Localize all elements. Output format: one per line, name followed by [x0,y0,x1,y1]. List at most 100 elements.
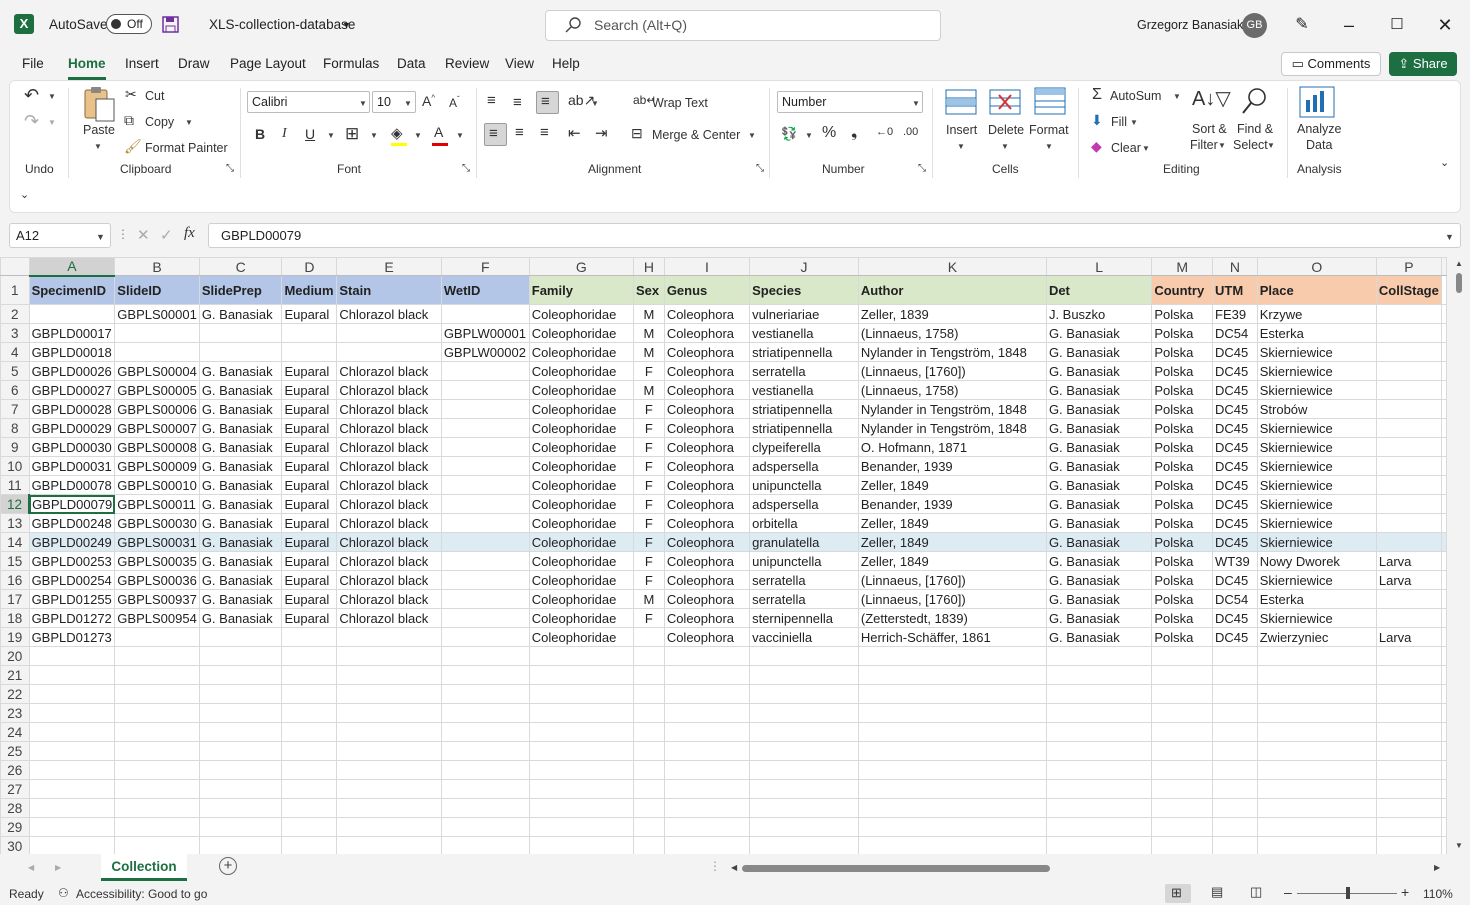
grid-cell[interactable]: G. Banasiak [198,418,283,438]
column-header-e[interactable]: E [336,257,442,276]
grid-cell[interactable]: Skierniewice [1256,361,1377,381]
grid-cell[interactable]: M [632,380,665,400]
grid-cell[interactable]: DC45 [1212,608,1258,628]
increase-decimal-icon[interactable]: ←0 [876,126,893,138]
grid-cell[interactable]: Nylander in Tengström, 1848 [857,418,1047,438]
increase-font-icon[interactable]: A^ [422,93,435,109]
grid-cell[interactable] [440,399,530,419]
grid-cell[interactable]: Herrich-Schäffer, 1861 [857,627,1047,647]
grid-cell[interactable] [1256,684,1377,704]
grid-cell[interactable]: G. Banasiak [198,304,283,324]
grid-cell[interactable]: Krzywe [1256,304,1377,324]
grid-cell[interactable] [440,608,530,628]
grid-cell[interactable] [528,703,634,723]
grid-cell[interactable] [1045,741,1153,761]
autosave-toggle[interactable]: Off [106,14,152,34]
grid-cell[interactable]: GBPLS00031 [114,532,200,552]
copy-label[interactable]: Copy [145,115,174,129]
borders-dropdown-icon[interactable]: ▼ [370,131,378,140]
grid-cell[interactable]: Polska [1151,475,1214,495]
grid-cell[interactable] [857,646,1047,666]
grid-cell[interactable] [1151,798,1214,818]
grid-cell[interactable] [663,779,751,799]
grid-cell[interactable] [281,760,338,780]
grid-cell[interactable]: Benander, 1939 [857,456,1047,476]
grid-cell[interactable] [1151,646,1214,666]
sort-dropdown-icon[interactable]: ▼ [1218,141,1226,150]
grid-cell[interactable] [749,798,859,818]
grid-cell[interactable] [1375,779,1443,799]
row-header[interactable]: 3 [0,323,30,343]
wrap-text-label[interactable]: Wrap Text [652,96,708,110]
grid-cell[interactable]: Zeller, 1849 [857,532,1047,552]
grid-cell[interactable]: GBPLD00030 [28,437,116,457]
grid-cell[interactable]: Euparal [281,513,338,533]
grid-cell[interactable]: GBPLS00009 [114,456,200,476]
grid-cell[interactable]: Nowy Dworek [1256,551,1377,571]
grid-cell[interactable] [1375,323,1443,343]
grid-cell[interactable] [336,817,442,837]
grid-cell[interactable]: (Linnaeus, [1760]) [857,570,1047,590]
quick-access-icon[interactable]: ⌄ [20,188,29,201]
avatar[interactable]: GB [1242,13,1267,38]
grid-cell[interactable] [1151,741,1214,761]
column-header-k[interactable]: K [857,257,1047,276]
grid-cell[interactable]: Coleophora [663,589,751,609]
paste-dropdown-icon[interactable]: ▼ [94,142,102,151]
paste-icon[interactable] [82,86,116,122]
grid-cell[interactable]: G. Banasiak [1045,475,1153,495]
grid-cell[interactable] [281,817,338,837]
row-header[interactable]: 24 [0,722,30,742]
grid-cell[interactable] [1151,836,1214,854]
grid-cell[interactable] [632,722,665,742]
fill-label[interactable]: Fill [1111,115,1127,129]
grid-cell[interactable]: (Linnaeus, 1758) [857,323,1047,343]
grid-cell[interactable]: G. Banasiak [198,570,283,590]
number-format-select[interactable]: Number [777,91,923,113]
analyze-data-icon[interactable] [1299,86,1335,118]
grid-cell[interactable]: DC45 [1212,456,1258,476]
grid-cell[interactable]: Chlorazol black [336,608,442,628]
horizontal-scroll-thumb[interactable] [742,865,1050,872]
grid-cell[interactable] [663,665,751,685]
grid-cell[interactable]: FE39 [1212,304,1258,324]
grid-cell[interactable] [749,836,859,854]
grid-cell[interactable] [1441,817,1447,837]
grid-cell[interactable]: Coleophoridae [528,323,634,343]
grid-cell[interactable] [1375,741,1443,761]
grid-cell[interactable]: GBPLD01273 [28,627,116,647]
grid-cell[interactable] [281,836,338,854]
grid-cell[interactable]: serratella [749,589,859,609]
row-header[interactable]: 20 [0,646,30,666]
grid-cell[interactable]: striatipennella [749,418,859,438]
grid-cell[interactable] [114,665,200,685]
grid-cell[interactable]: Coleophora [663,456,751,476]
grid-cell[interactable] [114,684,200,704]
grid-cell[interactable]: GBPLD00254 [28,570,116,590]
row-header[interactable]: 28 [0,798,30,818]
grid-cell[interactable] [1256,779,1377,799]
grid-cell[interactable]: Coleophora [663,513,751,533]
grid-cell[interactable] [632,703,665,723]
row-header[interactable]: 2 [0,304,30,324]
align-bottom-button[interactable]: ≡ [536,91,559,114]
grid-cell[interactable]: Coleophora [663,418,751,438]
grid-cell[interactable] [1151,722,1214,742]
insert-dropdown-icon[interactable]: ▼ [957,142,965,151]
grid-cell[interactable]: Skierniewice [1256,570,1377,590]
grid-cell[interactable] [528,760,634,780]
grid-cell[interactable] [663,684,751,704]
grid-cell[interactable]: Skierniewice [1256,418,1377,438]
grid-cell[interactable]: Polska [1151,437,1214,457]
grid-cell[interactable] [281,627,338,647]
grid-cell[interactable] [528,817,634,837]
cut-icon[interactable]: ✂ [125,86,137,103]
grid-cell[interactable] [1212,779,1258,799]
grid-cell[interactable]: G. Banasiak [1045,361,1153,381]
grid-cell[interactable]: Chlorazol black [336,456,442,476]
grid-cell[interactable]: (Linnaeus, [1760]) [857,361,1047,381]
grid-cell[interactable] [440,665,530,685]
grid-cell[interactable] [440,722,530,742]
grid-cell[interactable] [198,323,283,343]
name-box-dropdown-icon[interactable]: ▼ [96,232,105,242]
